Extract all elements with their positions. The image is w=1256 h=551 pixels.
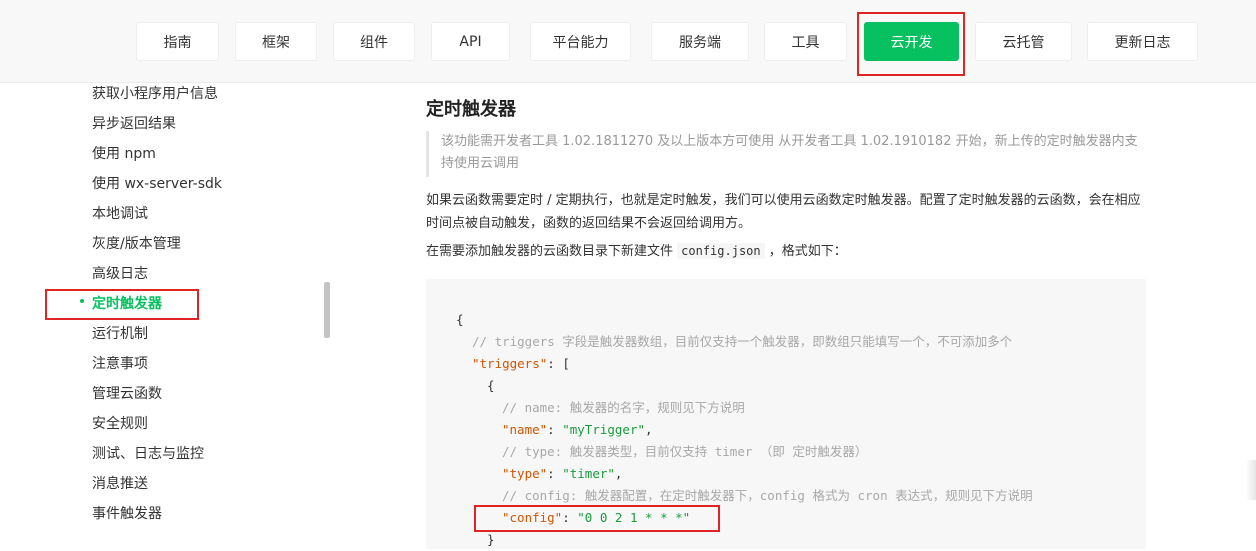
code-key-name: "name" bbox=[502, 422, 548, 437]
sidebar-item-local-debug[interactable]: 本地调试 bbox=[92, 203, 148, 223]
code-line-type: "type": "timer", bbox=[502, 466, 623, 481]
sidebar-scrollbar[interactable] bbox=[324, 282, 330, 338]
sidebar-item-notes[interactable]: 注意事项 bbox=[92, 353, 148, 373]
code-line-name: "name": "myTrigger", bbox=[502, 422, 653, 437]
sidebar-item-server-sdk[interactable]: 使用 wx-server-sdk bbox=[92, 173, 222, 193]
sidebar: 获取小程序用户信息 异步返回结果 使用 npm 使用 wx-server-sdk… bbox=[0, 83, 320, 544]
sidebar-item-version-mgmt[interactable]: 灰度/版本管理 bbox=[92, 233, 181, 253]
nav-item-server[interactable]: 服务端 bbox=[651, 22, 749, 61]
sidebar-item-security-rules[interactable]: 安全规则 bbox=[92, 413, 148, 433]
notice-quote: 该功能需开发者工具 1.02.1811270 及以上版本方可使用 从开发者工具 … bbox=[426, 131, 1146, 177]
sidebar-item-push[interactable]: 消息推送 bbox=[92, 473, 148, 493]
sidebar-item-runtime[interactable]: 运行机制 bbox=[92, 323, 148, 343]
main-content: 定时触发器 该功能需开发者工具 1.02.1811270 及以上版本方可使用 从… bbox=[426, 83, 1256, 549]
nav-item-api[interactable]: API bbox=[431, 22, 510, 61]
nav-item-cloud-hosting[interactable]: 云托管 bbox=[975, 22, 1072, 61]
nav-item-changelog[interactable]: 更新日志 bbox=[1087, 22, 1198, 61]
code-key-triggers: "triggers" bbox=[472, 356, 548, 371]
code-line-triggers: "triggers": [ bbox=[472, 353, 570, 375]
code-comment-type: // type: 触发器类型，目前仅支持 timer （即 定时触发器） bbox=[502, 444, 868, 459]
code-comment-triggers: // triggers 字段是触发器数组，目前仅支持一个触发器，即数组只能填写一… bbox=[472, 334, 1013, 349]
sidebar-item-event-trigger[interactable]: 事件触发器 bbox=[92, 503, 162, 523]
edge-shadow bbox=[1246, 460, 1256, 500]
code-val-type: "timer" bbox=[562, 466, 615, 481]
code-val-config: "0 0 2 1 * * *" bbox=[577, 510, 691, 525]
code-punc-triggers: : [ bbox=[547, 356, 570, 371]
page-title: 定时触发器 bbox=[426, 99, 516, 120]
top-nav: 指南 框架 组件 API 平台能力 服务端 工具 云开发 云托管 更新日志 bbox=[0, 0, 1256, 83]
sidebar-item-npm[interactable]: 使用 npm bbox=[92, 143, 156, 163]
inline-code-config-json: config.json bbox=[677, 243, 765, 259]
code-comment-config: // config: 触发器配置，在定时触发器下，config 格式为 cron… bbox=[502, 488, 1033, 503]
sidebar-item-manage-functions[interactable]: 管理云函数 bbox=[92, 383, 162, 403]
code-line-config: "config": "0 0 2 1 * * *" bbox=[502, 510, 691, 525]
sidebar-item-user-info[interactable]: 获取小程序用户信息 bbox=[92, 83, 218, 103]
nav-item-components[interactable]: 组件 bbox=[333, 22, 415, 61]
code-comment-name: // name: 触发器的名字，规则见下方说明 bbox=[502, 400, 745, 415]
sidebar-item-timer-trigger[interactable]: 定时触发器 bbox=[92, 293, 162, 313]
nav-item-cloud-dev[interactable]: 云开发 bbox=[864, 22, 959, 61]
code-open-brace: { bbox=[456, 312, 464, 327]
code-item-open: { bbox=[487, 378, 495, 393]
config-paragraph: 在需要添加触发器的云函数目录下新建文件 config.json ，格式如下： bbox=[426, 240, 1146, 263]
config-paragraph-text: 在需要添加触发器的云函数目录下新建文件 bbox=[426, 244, 674, 259]
nav-item-framework[interactable]: 框架 bbox=[235, 22, 317, 61]
code-val-name: "myTrigger" bbox=[562, 422, 646, 437]
sidebar-item-async-result[interactable]: 异步返回结果 bbox=[92, 113, 176, 133]
code-item-close: } bbox=[487, 532, 495, 547]
nav-item-guide[interactable]: 指南 bbox=[136, 22, 219, 61]
code-key-config: "config" bbox=[502, 510, 563, 525]
code-block: { // triggers 字段是触发器数组，目前仅支持一个触发器，即数组只能填… bbox=[426, 279, 1146, 549]
active-dot-icon bbox=[80, 299, 84, 303]
nav-item-tools[interactable]: 工具 bbox=[764, 22, 847, 61]
config-paragraph-suffix: ，格式如下： bbox=[768, 244, 847, 259]
sidebar-item-test-log-monitor[interactable]: 测试、日志与监控 bbox=[92, 443, 204, 463]
intro-paragraph: 如果云函数需要定时 / 定期执行，也就是定时触发，我们可以使用云函数定时触发器。… bbox=[426, 193, 1141, 231]
sidebar-item-advanced-log[interactable]: 高级日志 bbox=[92, 263, 148, 283]
code-key-type: "type" bbox=[502, 466, 548, 481]
nav-item-platform[interactable]: 平台能力 bbox=[530, 22, 631, 61]
